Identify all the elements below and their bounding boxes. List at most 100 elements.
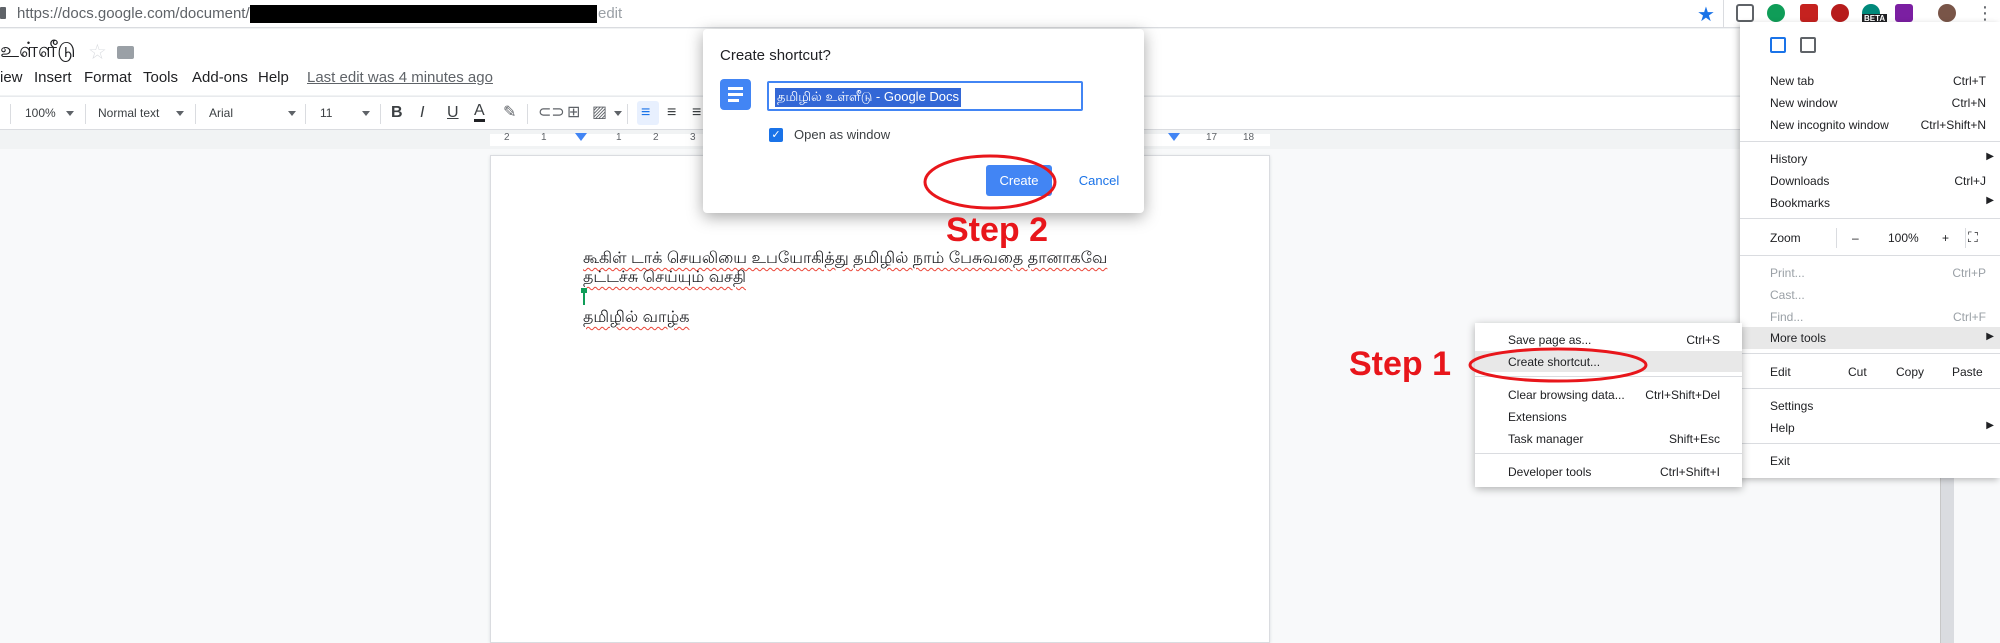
chevron-right-icon: ▶ (1986, 331, 1994, 342)
document-line-3[interactable]: தமிழில் வாழ்க (583, 308, 689, 328)
menu-item-zoom: Zoom – 100% + ⛶ (1740, 228, 2000, 248)
bookmark-star-icon[interactable]: ★ (1697, 2, 1715, 27)
book-extension-icon[interactable] (1800, 4, 1818, 22)
menu-addons[interactable]: Add-ons (192, 69, 248, 86)
menu-item-bookmarks[interactable]: Bookmarks ▶ (1740, 193, 2000, 213)
chevron-down-icon (614, 111, 622, 116)
create-button[interactable]: Create (986, 165, 1052, 196)
menu-item-history[interactable]: History ▶ (1740, 149, 2000, 169)
star-outline-icon[interactable]: ☆ (88, 40, 107, 65)
font-family-select[interactable]: Arial (209, 106, 233, 120)
shortcut-name-input[interactable]: தமிழில் உள்ளீடு - Google Docs (767, 81, 1083, 111)
more-tools-submenu: Save page as... Ctrl+S Create shortcut..… (1475, 323, 1742, 487)
copy-button[interactable]: Copy (1896, 365, 1924, 379)
highlight-icon[interactable]: ✎ (503, 103, 516, 123)
menu-item-cast[interactable]: Cast... (1740, 285, 2000, 305)
profile-avatar[interactable] (1938, 4, 1956, 22)
pocket-menu-icon[interactable] (1800, 37, 1816, 53)
menu-item-downloads[interactable]: Downloads Ctrl+J (1740, 171, 2000, 191)
toolbar-divider (527, 104, 528, 124)
zoom-in-button[interactable]: + (1942, 231, 1949, 245)
toolbar-divider (85, 104, 86, 124)
paragraph-style-select[interactable]: Normal text (98, 106, 159, 120)
evernote-extension-icon[interactable] (1767, 4, 1785, 22)
menu-item-help[interactable]: Help ▶ (1740, 418, 2000, 438)
menu-item-more-tools[interactable]: More tools ▶ (1740, 327, 2000, 349)
fullscreen-icon[interactable]: ⛶ (1968, 229, 1978, 246)
menu-divider (1740, 218, 2000, 219)
toolbar-divider (627, 104, 628, 124)
indent-marker-icon[interactable] (575, 133, 587, 141)
align-left-icon[interactable]: ≡ (641, 103, 650, 123)
url-field-divider (1723, 0, 1724, 28)
bold-icon[interactable]: B (391, 103, 403, 123)
menu-view[interactable]: iew (0, 69, 23, 86)
submenu-item-developer-tools[interactable]: Developer tools Ctrl+Shift+I (1475, 461, 1742, 482)
font-size-select[interactable]: 11 (320, 106, 332, 120)
zoom-out-button[interactable]: – (1852, 231, 1859, 245)
submenu-item-task-manager[interactable]: Task manager Shift+Esc (1475, 428, 1742, 449)
text-color-icon[interactable]: A (474, 103, 485, 122)
menu-item-settings[interactable]: Settings (1740, 396, 2000, 416)
cut-button[interactable]: Cut (1848, 365, 1867, 379)
ruler-label: 17 (1206, 132, 1218, 143)
toolbar-divider (10, 104, 11, 124)
dialog-title: Create shortcut? (720, 47, 831, 64)
chevron-down-icon (288, 111, 296, 116)
menu-divider (1740, 443, 2000, 444)
toolbar-divider (380, 104, 381, 124)
insert-comment-icon[interactable]: ⊞ (567, 103, 580, 123)
align-right-icon[interactable]: ≡ (692, 103, 701, 123)
cast-shortcut-icon[interactable] (1770, 37, 1786, 53)
pocket-extension-icon[interactable] (1736, 4, 1754, 22)
menu-item-print[interactable]: Print... Ctrl+P (1740, 263, 2000, 283)
menu-item-exit[interactable]: Exit (1740, 451, 2000, 471)
document-line-1[interactable]: கூகிள் டாக் செயலியை உபயோகித்து தமிழில் ந… (583, 249, 1107, 269)
submenu-item-create-shortcut[interactable]: Create shortcut... (1475, 351, 1742, 372)
chrome-menu-kebab-icon[interactable]: ⋮ (1976, 4, 1994, 22)
open-as-window-checkbox[interactable]: ✓ (769, 128, 783, 142)
document-page[interactable] (490, 155, 1270, 643)
submenu-item-save-page[interactable]: Save page as... Ctrl+S (1475, 329, 1742, 350)
ublock-extension-icon[interactable] (1831, 4, 1849, 22)
menu-item-find[interactable]: Find... Ctrl+F (1740, 307, 2000, 327)
italic-icon[interactable]: I (420, 103, 424, 123)
menu-item-new-incognito[interactable]: New incognito window Ctrl+Shift+N (1740, 115, 2000, 135)
right-indent-marker-icon[interactable] (1168, 133, 1180, 141)
onenote-extension-icon[interactable] (1895, 4, 1913, 22)
chevron-down-icon (362, 111, 370, 116)
insert-image-icon[interactable]: ▨ (592, 103, 607, 123)
ruler-label: 2 (653, 132, 659, 143)
screenshot-root: https://docs.google.com/document/d/ edit… (0, 0, 2000, 643)
menu-divider (1740, 353, 2000, 354)
document-line-2[interactable]: தட்டச்சு செய்யும் வசதி (583, 268, 746, 288)
zoom-level: 100% (1888, 231, 1919, 245)
chevron-right-icon: ▶ (1986, 195, 1994, 206)
menu-divider (1740, 255, 2000, 256)
menu-item-new-tab[interactable]: New tab Ctrl+T (1740, 71, 2000, 91)
zoom-select[interactable]: 100% (25, 106, 56, 120)
step1-label: Step 1 (1349, 345, 1452, 383)
link-icon[interactable]: ⊂⊃ (538, 103, 565, 123)
menu-insert[interactable]: Insert (34, 69, 72, 86)
menu-help[interactable]: Help (258, 69, 289, 86)
folder-icon[interactable] (117, 46, 134, 59)
underline-icon[interactable]: U (447, 103, 459, 123)
menu-divider (1740, 141, 2000, 142)
address-bar[interactable]: https://docs.google.com/document/d/ edit… (0, 0, 2000, 28)
last-edit-link[interactable]: Last edit was 4 minutes ago (307, 69, 493, 86)
menu-tools[interactable]: Tools (143, 69, 178, 86)
cancel-button[interactable]: Cancel (1075, 165, 1123, 196)
submenu-item-extensions[interactable]: Extensions (1475, 406, 1742, 427)
menu-format[interactable]: Format (84, 69, 132, 86)
document-title[interactable]: உள்ளீடு (0, 39, 76, 65)
url-text[interactable]: https://docs.google.com/document/d/ (17, 5, 262, 22)
align-center-icon[interactable]: ≡ (667, 103, 676, 123)
chevron-down-icon (176, 111, 184, 116)
menu-item-new-window[interactable]: New window Ctrl+N (1740, 93, 2000, 113)
chevron-right-icon: ▶ (1986, 420, 1994, 431)
url-suffix[interactable]: edit (598, 5, 622, 22)
ruler-label: 3 (690, 132, 696, 143)
submenu-item-clear-browsing[interactable]: Clear browsing data... Ctrl+Shift+Del (1475, 384, 1742, 405)
paste-button[interactable]: Paste (1952, 365, 1983, 379)
